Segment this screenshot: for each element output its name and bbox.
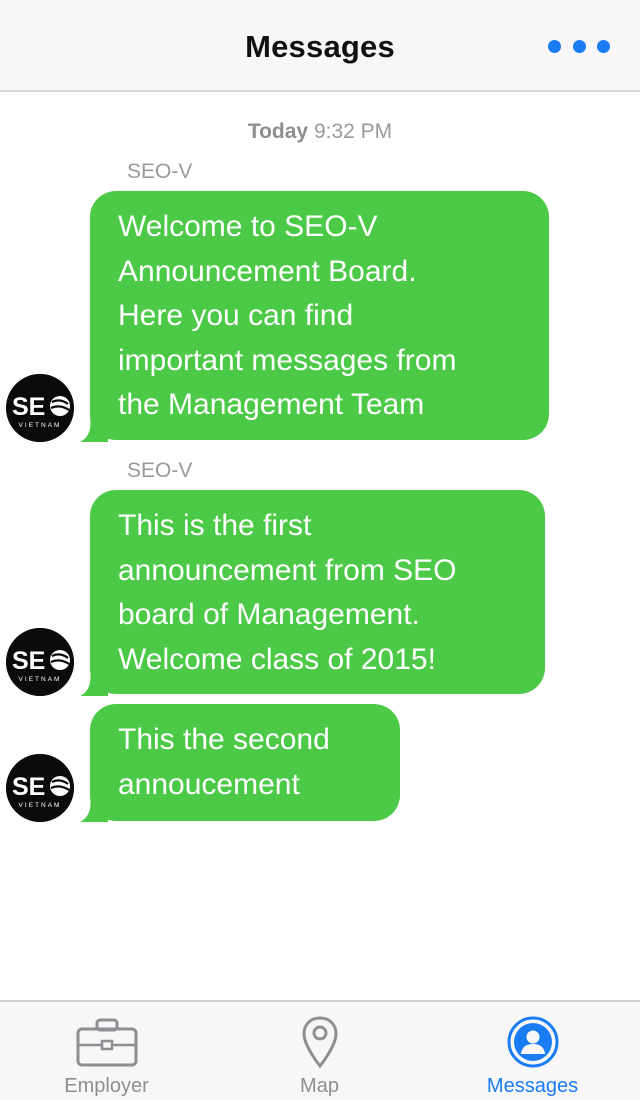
- logo-text: SE: [12, 393, 45, 421]
- tab-label: Messages: [486, 1075, 579, 1097]
- sender-name: SEO-V: [127, 459, 193, 482]
- message-bubble[interactable]: This is the first announcement from SEO …: [90, 490, 545, 694]
- dot: [597, 39, 610, 53]
- tab-label: Employer: [64, 1075, 149, 1097]
- message-bubble[interactable]: This the second annoucement: [90, 704, 400, 821]
- timestamp-day: Today: [247, 120, 309, 143]
- logo-text: SE: [12, 647, 45, 675]
- message-thread[interactable]: Today 9:32 PM SEO-V Welcome to SEO-V Ann…: [0, 92, 640, 1000]
- seo-logo-icon: SE VIETNAM: [6, 754, 74, 822]
- seo-logo-icon: SE VIETNAM: [6, 374, 74, 442]
- logo-subtext: VIETNAM: [19, 676, 62, 683]
- navigation-bar: Messages: [0, 0, 640, 92]
- tab-bar: Employer Map Messages: [0, 1000, 640, 1100]
- message-bubble[interactable]: Welcome to SEO-V Announcement Board. Her…: [90, 191, 549, 440]
- tab-map[interactable]: Map: [213, 1002, 426, 1102]
- thread-timestamp: Today 9:32 PM: [0, 120, 640, 144]
- page-title: Messages: [245, 29, 395, 64]
- timestamp-time: 9:32 PM: [313, 120, 393, 143]
- logo-subtext: VIETNAM: [19, 802, 62, 809]
- avatar[interactable]: SE VIETNAM: [6, 754, 74, 822]
- person-circle-icon: [507, 1016, 558, 1068]
- tab-employer[interactable]: Employer: [0, 1002, 213, 1102]
- tab-messages[interactable]: Messages: [426, 1002, 639, 1102]
- logo-subtext: VIETNAM: [19, 422, 62, 429]
- sender-name: SEO-V: [127, 160, 193, 183]
- avatar[interactable]: SE VIETNAM: [6, 628, 74, 696]
- dot: [572, 39, 586, 53]
- seo-logo-icon: SE VIETNAM: [6, 628, 74, 696]
- logo-text: SE: [12, 773, 45, 801]
- dot: [548, 39, 561, 53]
- briefcase-icon: [76, 1018, 137, 1067]
- map-pin-icon: [301, 1016, 338, 1068]
- avatar[interactable]: SE VIETNAM: [6, 374, 74, 442]
- tab-label: Map: [300, 1075, 339, 1097]
- more-dots-icon[interactable]: [548, 36, 610, 56]
